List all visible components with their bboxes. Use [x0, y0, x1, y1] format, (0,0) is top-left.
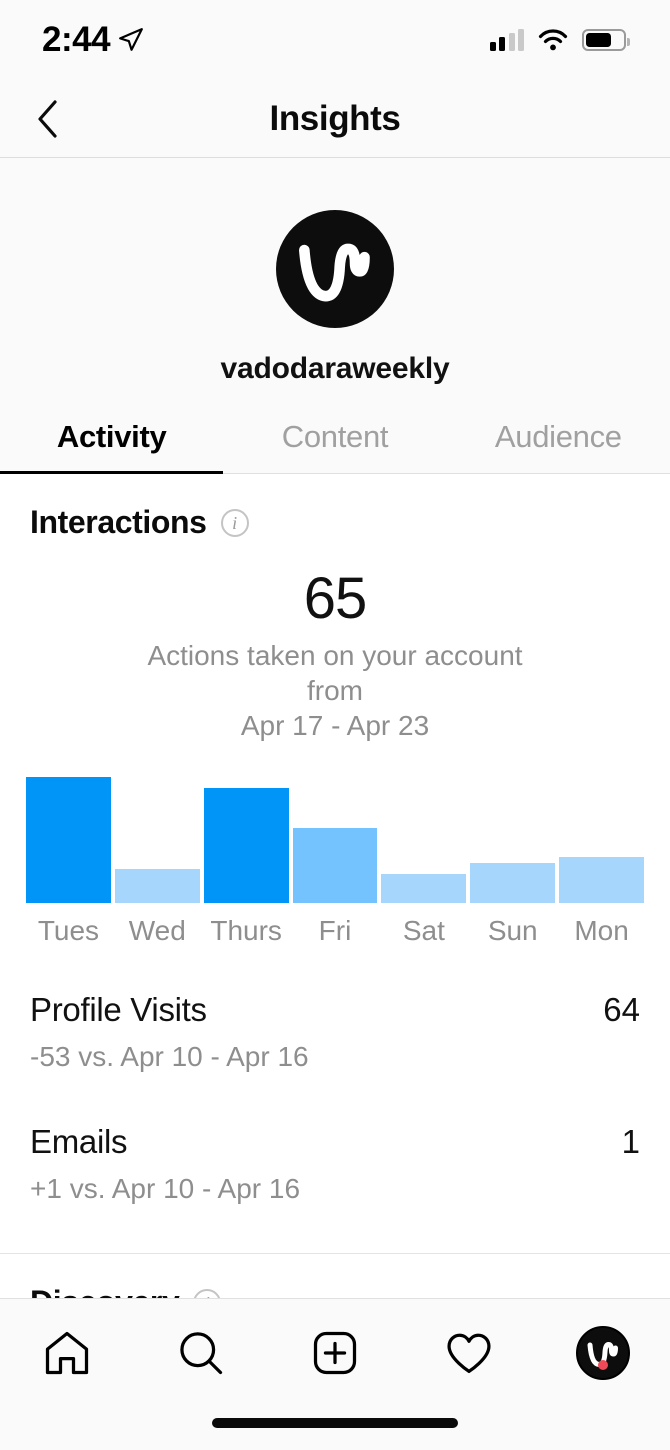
tab-audience-label: Audience — [494, 418, 622, 454]
profile-avatar-logo — [299, 243, 370, 302]
wifi-icon — [538, 29, 568, 51]
stat-name: Profile Visits — [30, 990, 207, 1028]
stat-list: Profile Visits 64 -53 vs. Apr 10 - Apr 1… — [0, 991, 670, 1211]
interactions-summary: 65 Actions taken on your account from Ap… — [0, 566, 670, 743]
tab-activity-label: Activity — [56, 418, 167, 454]
bottom-nav-icons — [0, 1299, 670, 1407]
tab-audience[interactable]: Audience — [447, 400, 670, 473]
chart-bar-column — [470, 777, 556, 903]
insights-tabs: Activity Content Audience — [0, 400, 670, 475]
chart-bar-column — [381, 777, 467, 903]
stat-comparison: +1 vs. Apr 10 - Apr 16 — [30, 1172, 301, 1204]
nav-add-post-button[interactable] — [268, 1327, 402, 1379]
chart-x-label: Sun — [487, 914, 538, 946]
interactions-caption-line3: Apr 17 - Apr 23 — [240, 709, 430, 741]
nav-search-button[interactable] — [134, 1327, 268, 1379]
add-post-icon — [313, 1331, 357, 1375]
profile-username: vadodaraweekly — [220, 352, 450, 385]
chart-bars — [26, 776, 645, 903]
chart-bar — [292, 828, 378, 903]
interactions-value: 65 — [303, 566, 368, 631]
home-icon — [45, 1331, 89, 1375]
bottom-navigation-bar — [0, 1298, 670, 1450]
status-bar-left: 2:44 — [42, 20, 144, 60]
interactions-caption: Actions taken on your account from Apr 1… — [0, 638, 670, 743]
interactions-header: Interactions i — [0, 474, 670, 541]
stat-value: 64 — [603, 990, 640, 1028]
chart-x-label: Thurs — [210, 914, 282, 946]
info-icon[interactable]: i — [220, 508, 249, 537]
status-bar: 2:44 — [0, 0, 670, 80]
chart-bar — [381, 874, 467, 903]
chart-x-axis-labels: Tues Wed Thurs Fri Sat Sun Mon — [26, 915, 644, 947]
interactions-caption-line2: from — [307, 674, 363, 706]
home-indicator[interactable] — [212, 1418, 458, 1428]
stat-row-emails[interactable]: Emails 1 +1 vs. Apr 10 - Apr 16 — [30, 1123, 640, 1211]
back-button[interactable] — [24, 95, 72, 143]
chart-x-label: Sat — [402, 914, 445, 946]
stat-main: Profile Visits 64 — [30, 991, 640, 1029]
chart-bar — [114, 868, 200, 903]
chart-bar — [203, 788, 289, 903]
heart-icon — [447, 1333, 491, 1374]
profile-avatar-logo — [587, 1342, 618, 1367]
notification-badge-dot — [598, 1360, 608, 1370]
chevron-left-icon — [38, 99, 57, 138]
status-bar-right — [489, 29, 630, 51]
stat-value: 1 — [621, 1122, 640, 1160]
profile-avatar-icon — [576, 1326, 630, 1380]
page-title: Insights — [269, 98, 401, 138]
chart-x-label: Fri — [318, 914, 352, 946]
profile-header: vadodaraweekly — [0, 158, 670, 400]
chart-bar — [470, 862, 556, 903]
activity-content: Interactions i 65 Actions taken on your … — [0, 474, 670, 1322]
chart-x-label: Wed — [128, 914, 186, 946]
stat-main: Emails 1 — [30, 1123, 640, 1161]
chart-bar — [559, 857, 645, 903]
interactions-caption-line1: Actions taken on your account — [147, 639, 523, 671]
stat-row-profile-visits[interactable]: Profile Visits 64 -53 vs. Apr 10 - Apr 1… — [30, 991, 640, 1079]
interactions-title: Interactions — [30, 504, 207, 540]
chart-bar-column — [292, 777, 378, 903]
chart-bar-column — [203, 777, 289, 903]
nav-home-button[interactable] — [0, 1327, 134, 1379]
chart-x-label: Tues — [37, 914, 100, 946]
chart-x-label: Mon — [574, 914, 629, 946]
chart-bar-column — [26, 776, 111, 903]
interactions-bar-chart: Tues Wed Thurs Fri Sat Sun Mon — [0, 776, 670, 947]
search-icon — [180, 1332, 223, 1375]
nav-activity-button[interactable] — [402, 1327, 536, 1379]
profile-avatar[interactable] — [276, 210, 394, 328]
navigation-header: Insights — [0, 80, 670, 158]
chart-bar-column — [559, 777, 645, 903]
location-arrow-icon — [119, 28, 143, 51]
tab-activity[interactable]: Activity — [0, 400, 224, 475]
battery-icon — [582, 29, 630, 51]
status-bar-clock: 2:44 — [42, 20, 111, 59]
cellular-signal-icon — [489, 29, 524, 51]
insights-screen: 2:44 Insights vadodaraweekly Activity Co… — [0, 0, 670, 1450]
tab-content[interactable]: Content — [223, 400, 446, 473]
chart-bar — [26, 776, 111, 903]
stat-name: Emails — [30, 1122, 128, 1160]
stat-comparison: -53 vs. Apr 10 - Apr 16 — [30, 1040, 309, 1072]
tab-content-label: Content — [281, 418, 389, 454]
nav-profile-button[interactable] — [536, 1326, 670, 1380]
chart-bar-column — [114, 777, 200, 903]
